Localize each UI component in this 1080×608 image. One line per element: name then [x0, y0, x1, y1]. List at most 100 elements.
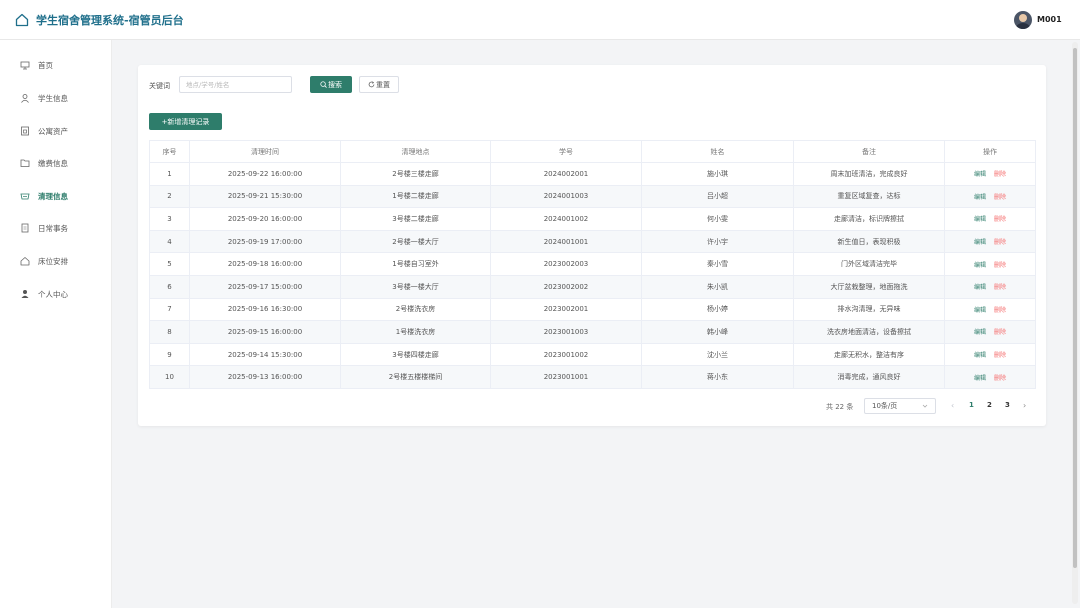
table-cell: 1	[149, 162, 190, 186]
delete-button[interactable]: 删除	[994, 284, 1006, 291]
edit-button[interactable]: 编辑	[974, 239, 986, 246]
table-cell: 2号楼五楼楼梯间	[340, 365, 491, 389]
pagination-next-button[interactable]: ›	[1023, 401, 1026, 410]
delete-button[interactable]: 删除	[994, 375, 1006, 382]
table-cell: 7	[149, 298, 190, 322]
delete-button[interactable]: 删除	[994, 307, 1006, 314]
table-row: 10 2025-09-13 16:00:00 2号楼五楼楼梯间 2023001001 蒋…	[149, 365, 1036, 389]
table-row: 5 2025-09-18 16:00:00 1号楼自习室外 2023002003 秦小雪…	[149, 252, 1036, 276]
reset-button-label: 重置	[376, 80, 390, 89]
table-cell: 杨小婷	[641, 298, 794, 322]
sidebar-item-label: 个人中心	[38, 289, 68, 299]
table-cell: 2025-09-19 17:00:00	[189, 230, 341, 254]
table-cell: 走廊无积水，整洁有序	[793, 343, 945, 367]
edit-button[interactable]: 编辑	[974, 216, 986, 223]
search-button-label: 搜索	[328, 80, 342, 89]
table-cell: 消毒完成，通风良好	[793, 365, 945, 389]
sidebar-item-label: 首页	[38, 60, 53, 70]
edit-button[interactable]: 编辑	[974, 262, 986, 269]
delete-button[interactable]: 删除	[994, 194, 1006, 201]
table-cell: 2023001001	[490, 365, 642, 389]
table-cell: 2024001001	[490, 230, 642, 254]
edit-button[interactable]: 编辑	[974, 194, 986, 201]
edit-button[interactable]: 编辑	[974, 375, 986, 382]
table-cell: 3号楼二楼走廊	[340, 207, 491, 231]
table-cell: 蒋小东	[641, 365, 794, 389]
table-cell: 8	[149, 320, 190, 344]
column-header: 序号	[149, 140, 190, 163]
row-actions: 编辑 删除	[944, 365, 1036, 389]
table-cell: 朱小凯	[641, 275, 794, 299]
table-cell: 3	[149, 207, 190, 231]
sidebar-item-label: 公寓资产	[38, 126, 68, 136]
sidebar-item-label: 床位安排	[38, 256, 68, 266]
edit-button[interactable]: 编辑	[974, 284, 986, 291]
delete-button[interactable]: 删除	[994, 216, 1006, 223]
table-cell: 新生值日，表现积极	[793, 230, 945, 254]
user-name[interactable]: M001	[1037, 15, 1062, 24]
table-cell: 2025-09-14 15:30:00	[189, 343, 341, 367]
delete-button[interactable]: 删除	[994, 329, 1006, 336]
delete-button[interactable]: 删除	[994, 171, 1006, 178]
row-actions: 编辑 删除	[944, 320, 1036, 344]
table-row: 7 2025-09-16 16:30:00 2号楼洗衣房 2023002001 杨小婷排…	[149, 298, 1036, 322]
edit-button[interactable]: 编辑	[974, 329, 986, 336]
sidebar-item-assets[interactable]: 公寓资产	[0, 121, 112, 141]
row-actions: 编辑 删除	[944, 185, 1036, 209]
table-row: 1 2025-09-22 16:00:00 2号楼三楼走廊 2024002001 施小琪…	[149, 162, 1036, 186]
table-cell: 1号楼自习室外	[340, 252, 491, 276]
pagination-page-2[interactable]: 2	[987, 401, 992, 409]
table-cell: 2号楼洗衣房	[340, 298, 491, 322]
table-cell: 韩小峰	[641, 320, 794, 344]
refresh-icon	[368, 81, 375, 88]
table-row: 3 2025-09-20 16:00:00 3号楼二楼走廊 2024001002 何小雯…	[149, 207, 1036, 231]
delete-button[interactable]: 删除	[994, 239, 1006, 246]
sidebar: 首页 学生信息 公寓资产 缴费信息 清理信息 日常事务 床位安排 个人中心	[0, 40, 112, 608]
table-cell: 3号楼四楼走廊	[340, 343, 491, 367]
table-cell: 2025-09-18 16:00:00	[189, 252, 341, 276]
sidebar-item-cleaning[interactable]: 清理信息	[0, 186, 112, 206]
asset-icon	[21, 126, 29, 136]
edit-button[interactable]: 编辑	[974, 352, 986, 359]
house-icon	[20, 257, 30, 266]
reset-button[interactable]: 重置	[359, 76, 399, 93]
home-icon[interactable]	[15, 13, 29, 27]
table-cell: 秦小雪	[641, 252, 794, 276]
table-cell: 2023002003	[490, 252, 642, 276]
row-actions: 编辑 删除	[944, 298, 1036, 322]
avatar[interactable]	[1014, 11, 1032, 29]
table-cell: 1号楼二楼走廊	[340, 185, 491, 209]
add-record-button[interactable]: +新增清理记录	[149, 113, 222, 130]
delete-button[interactable]: 删除	[994, 262, 1006, 269]
search-input[interactable]	[179, 76, 292, 93]
sidebar-item-home[interactable]: 首页	[0, 55, 112, 75]
pagination-page-1[interactable]: 1	[969, 401, 974, 409]
sidebar-item-daily[interactable]: 日常事务	[0, 218, 112, 238]
person-icon	[21, 290, 29, 298]
search-button[interactable]: 搜索	[310, 76, 352, 93]
table-row: 9 2025-09-14 15:30:00 3号楼四楼走廊 2023001002 沈小兰…	[149, 343, 1036, 367]
edit-button[interactable]: 编辑	[974, 307, 986, 314]
sidebar-item-students[interactable]: 学生信息	[0, 88, 112, 108]
pagination-prev-button[interactable]: ‹	[951, 401, 954, 410]
table-cell: 重复区域复查，达标	[793, 185, 945, 209]
delete-button[interactable]: 删除	[994, 352, 1006, 359]
document-icon	[21, 223, 29, 233]
table-cell: 2	[149, 185, 190, 209]
clean-icon	[20, 193, 30, 200]
sidebar-item-payments[interactable]: 缴费信息	[0, 153, 112, 173]
pagination-page-3[interactable]: 3	[1005, 401, 1010, 409]
table-cell: 许小宇	[641, 230, 794, 254]
table-cell: 洗衣房地面清洁，设备擦拭	[793, 320, 945, 344]
table-cell: 2号楼三楼走廊	[340, 162, 491, 186]
app-title: 学生宿舍管理系统-宿管员后台	[36, 14, 184, 27]
table-row: 4 2025-09-19 17:00:00 2号楼一楼大厅 2024001001 许小宇…	[149, 230, 1036, 254]
edit-button[interactable]: 编辑	[974, 171, 986, 178]
sidebar-item-beds[interactable]: 床位安排	[0, 251, 112, 271]
scrollbar-thumb[interactable]	[1073, 48, 1077, 568]
row-actions: 编辑 删除	[944, 252, 1036, 276]
table-cell: 沈小兰	[641, 343, 794, 367]
pagination-total: 共 22 条	[826, 403, 854, 411]
sidebar-item-profile[interactable]: 个人中心	[0, 284, 112, 304]
table-cell: 2023001002	[490, 343, 642, 367]
